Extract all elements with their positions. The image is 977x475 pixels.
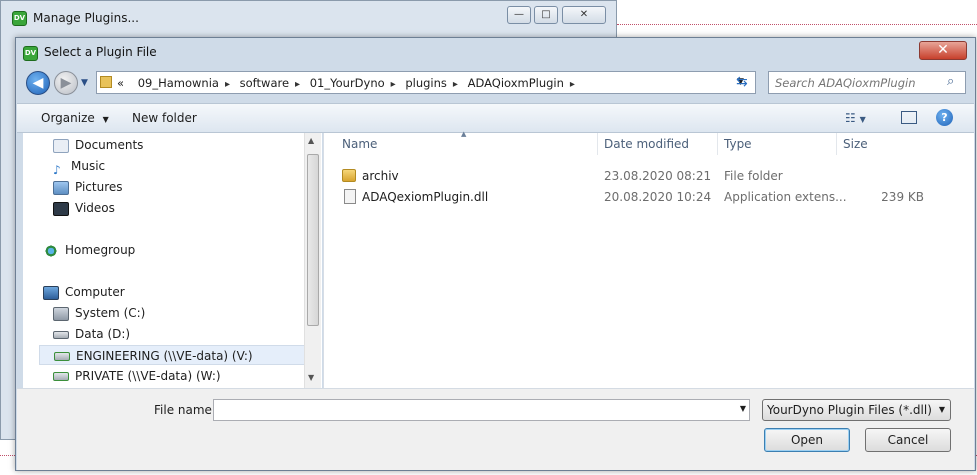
refresh-icon[interactable]: ⇆ xyxy=(736,74,748,90)
maximize-button[interactable]: □ xyxy=(534,6,558,24)
toolbar: Organize ▼ New folder ☷ ▼ ? xyxy=(17,103,974,133)
file-type: File folder xyxy=(724,169,783,183)
file-name: archiv xyxy=(362,169,399,183)
file-type: Application extens... xyxy=(724,190,847,204)
nav-item-music[interactable]: ♪ Music xyxy=(53,156,106,177)
navigation-scrollbar[interactable]: ▲ ▼ xyxy=(304,133,321,388)
background-window-title: Manage Plugins... xyxy=(33,11,139,25)
search-input[interactable] xyxy=(773,75,947,91)
new-folder-button[interactable]: New folder xyxy=(132,111,197,125)
nav-item-private-w[interactable]: PRIVATE (\\VE-data) (W:) xyxy=(53,366,221,386)
app-icon: DV xyxy=(12,11,27,26)
nav-label: Documents xyxy=(75,138,144,152)
organize-button[interactable]: Organize ▼ xyxy=(41,111,109,125)
column-header-name[interactable]: Name xyxy=(336,133,598,155)
pictures-icon xyxy=(53,180,69,195)
nav-item-computer[interactable]: Computer xyxy=(43,282,125,302)
nav-label: PRIVATE (\\VE-data) (W:) xyxy=(75,369,221,383)
background-close-button[interactable]: ✕ xyxy=(562,6,606,24)
network-drive-icon xyxy=(53,372,69,381)
recent-dropdown-icon[interactable]: ▼ xyxy=(81,78,88,88)
view-options-icon[interactable]: ☷ ▼ xyxy=(845,111,866,125)
breadcrumb-overflow[interactable]: « xyxy=(117,76,124,90)
chevron-down-icon: ▼ xyxy=(102,115,109,124)
arrow-right-icon: ▶ xyxy=(60,75,72,91)
nav-item-videos[interactable]: Videos xyxy=(53,198,115,218)
sort-arrow-icon: ▲ xyxy=(461,130,467,138)
search-icon[interactable]: ⌕ xyxy=(947,74,954,89)
file-row-archiv[interactable]: archiv 23.08.2020 08:21 File folder xyxy=(324,166,975,186)
select-plugin-dialog: DV Select a Plugin File ✕ ◀ ▶ ▼ « 09_Ham… xyxy=(15,37,976,471)
file-row-adaqexiomplugin[interactable]: ADAQexiomPlugin.dll 20.08.2020 10:24 App… xyxy=(324,187,975,207)
drive-icon xyxy=(53,306,69,321)
address-bar[interactable]: « 09_Hamownia ▸ software ▸ 01_YourDyno ▸ pl… xyxy=(96,71,756,94)
nav-label: Computer xyxy=(65,285,125,299)
open-button[interactable]: Open xyxy=(764,428,850,452)
scroll-thumb[interactable] xyxy=(307,154,319,326)
music-icon: ♪ xyxy=(53,162,61,177)
forward-button[interactable]: ▶ xyxy=(54,71,78,95)
nav-item-data-d[interactable]: Data (D:) xyxy=(53,324,130,344)
nav-item-documents[interactable]: Documents xyxy=(53,135,143,155)
breadcrumb-item[interactable]: 09_Hamownia xyxy=(138,76,219,90)
file-name-dropdown-icon[interactable]: ▼ xyxy=(740,404,746,413)
dialog-close-button[interactable]: ✕ xyxy=(919,41,967,60)
breadcrumb: « 09_Hamownia ▸ software ▸ 01_YourDyno ▸ pl… xyxy=(117,76,575,90)
network-drive-icon xyxy=(54,352,70,361)
file-type-value: YourDyno Plugin Files (*.dll) xyxy=(767,403,932,417)
file-name-label: File name: xyxy=(154,403,216,417)
help-icon[interactable]: ? xyxy=(936,109,953,126)
minimize-button[interactable]: — xyxy=(507,6,531,24)
search-box[interactable]: ⌕ xyxy=(768,71,966,94)
column-header-type[interactable]: Type xyxy=(718,133,837,155)
nav-label: Homegroup xyxy=(65,243,136,257)
dialog-app-icon: DV xyxy=(23,46,38,61)
scroll-up-icon[interactable]: ▲ xyxy=(308,136,314,145)
navigation-pane: Documents ♪ Music Pictures Videos Homegro… xyxy=(23,133,322,388)
column-header-date[interactable]: Date modified xyxy=(598,133,718,155)
videos-icon xyxy=(53,201,69,216)
nav-label: Data (D:) xyxy=(75,327,131,341)
nav-label: Videos xyxy=(75,201,115,215)
nav-label: Pictures xyxy=(75,180,123,194)
organize-label: Organize xyxy=(41,111,95,125)
file-list: Name ▲ Date modified Type Size archiv 23… xyxy=(323,130,975,388)
file-type-select[interactable]: YourDyno Plugin Files (*.dll) ▼ xyxy=(762,399,951,421)
folder-icon xyxy=(342,169,356,182)
preview-pane-icon[interactable] xyxy=(901,111,917,124)
folder-icon xyxy=(100,76,112,88)
breadcrumb-item[interactable]: plugins xyxy=(405,76,447,90)
nav-label: System (C:) xyxy=(75,306,146,320)
column-header-size[interactable]: Size xyxy=(837,133,917,155)
guide-line xyxy=(617,24,977,25)
file-name: ADAQexiomPlugin.dll xyxy=(362,190,489,204)
nav-item-engineering-v[interactable]: ENGINEERING (\\VE-data) (V:) xyxy=(39,345,317,365)
documents-icon xyxy=(53,138,69,153)
nav-item-homegroup[interactable]: Homegroup xyxy=(43,240,135,260)
bottom-panel: File name: ▼ YourDyno Plugin Files (*.dl… xyxy=(17,388,974,470)
nav-label: Music xyxy=(71,159,106,173)
dll-icon xyxy=(344,189,356,204)
nav-label: ENGINEERING (\\VE-data) (V:) xyxy=(76,349,253,363)
file-name-input[interactable]: ▼ xyxy=(213,399,750,421)
dialog-title: Select a Plugin File xyxy=(44,45,157,59)
file-date: 23.08.2020 08:21 xyxy=(604,169,712,183)
arrow-left-icon: ◀ xyxy=(32,75,44,91)
file-date: 20.08.2020 10:24 xyxy=(604,190,712,204)
back-button[interactable]: ◀ xyxy=(26,71,50,95)
chevron-down-icon: ▼ xyxy=(938,405,945,414)
cancel-button[interactable]: Cancel xyxy=(865,428,951,452)
drive-icon xyxy=(53,330,69,339)
breadcrumb-item[interactable]: 01_YourDyno xyxy=(310,76,385,90)
computer-icon xyxy=(43,285,59,300)
homegroup-icon xyxy=(43,243,59,258)
nav-item-pictures[interactable]: Pictures xyxy=(53,177,123,197)
nav-item-system-c[interactable]: System (C:) xyxy=(53,303,145,323)
scroll-down-icon[interactable]: ▼ xyxy=(308,373,314,382)
breadcrumb-item[interactable]: ADAQioxmPlugin xyxy=(468,76,564,90)
breadcrumb-item[interactable]: software xyxy=(240,76,289,90)
file-size: 239 KB xyxy=(881,190,924,204)
